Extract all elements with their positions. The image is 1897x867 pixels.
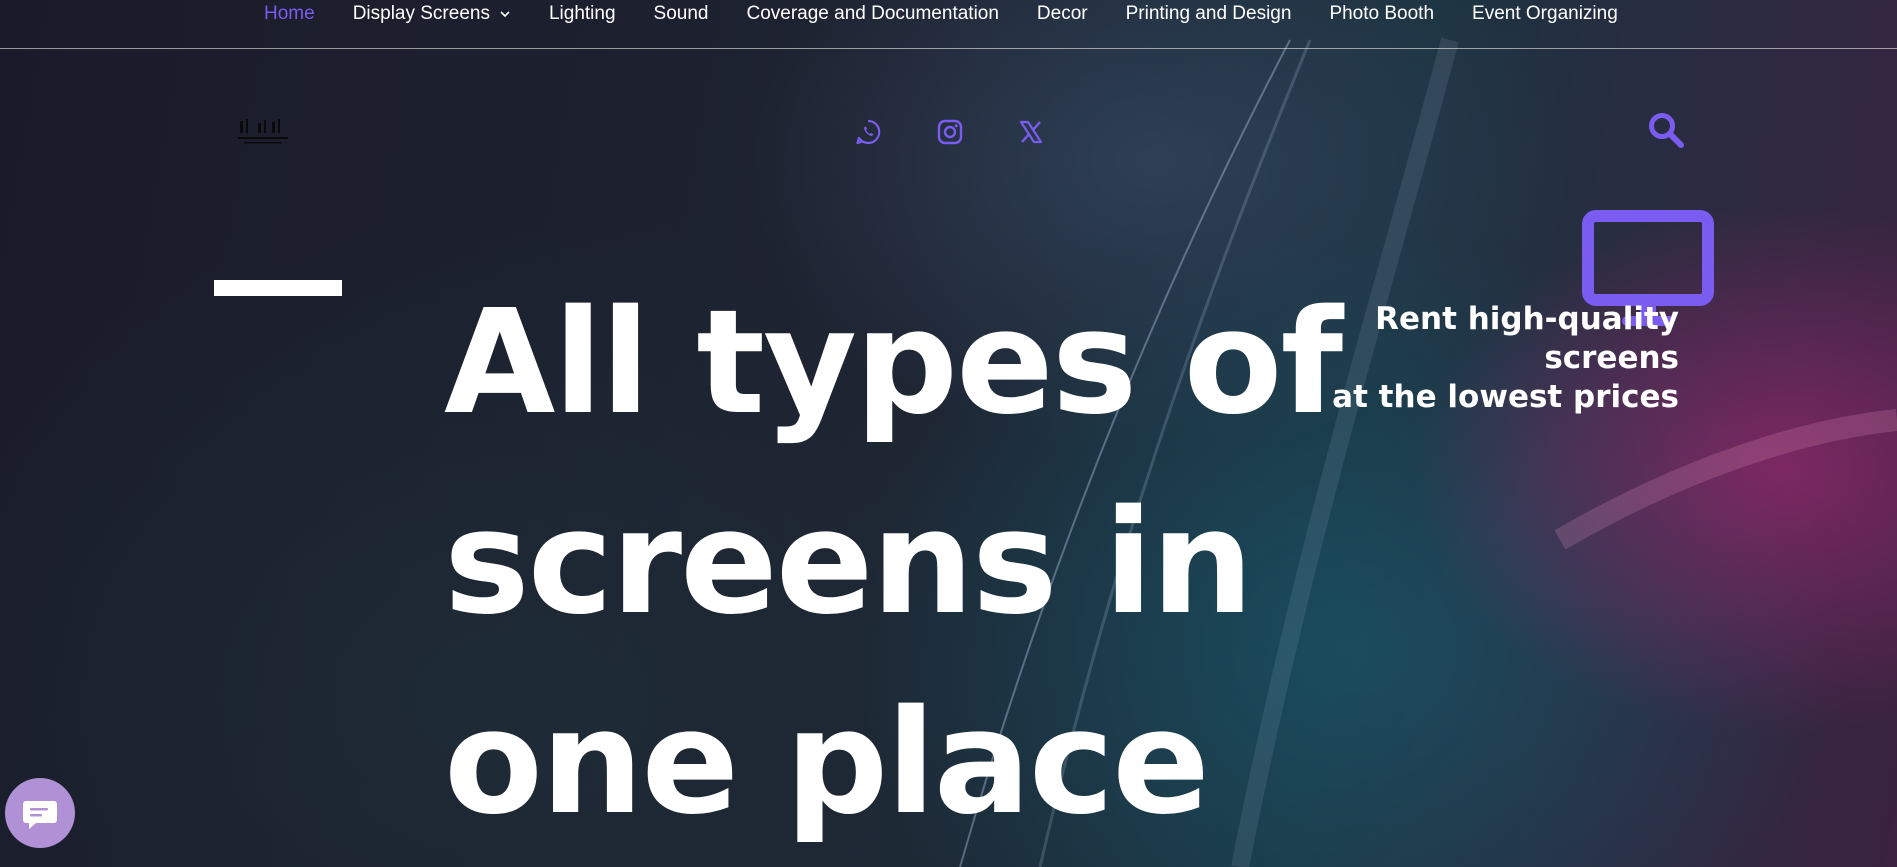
search-icon[interactable] [1647,111,1685,149]
tagline-line-2: at the lowest prices [1332,379,1679,415]
whatsapp-icon[interactable] [854,118,882,146]
instagram-icon[interactable] [936,118,964,146]
nav-item-photo-booth[interactable]: Photo Booth [1329,3,1434,25]
nav-item-coverage-documentation[interactable]: Coverage and Documentation [746,3,998,25]
nav-item-sound[interactable]: Sound [654,3,709,25]
hero-headline: All types of screens in one place [444,278,1343,846]
nav-item-event-organizing[interactable]: Event Organizing [1472,3,1618,25]
nav-item-home[interactable]: Home [264,3,315,25]
x-twitter-icon[interactable] [1017,118,1045,146]
tagline-line-1: Rent high-quality screens [1375,301,1679,376]
chat-button[interactable] [5,778,75,848]
top-navigation: Home Display Screens Lighting Sound Cove… [0,0,1897,49]
site-logo[interactable] [232,117,296,147]
nav-list: Home Display Screens Lighting Sound Cove… [264,3,1656,25]
decorative-bar [214,280,342,296]
nav-item-printing-design[interactable]: Printing and Design [1126,3,1292,25]
chevron-down-icon [500,11,510,18]
hero-tagline: Rent high-quality screens at the lowest … [1259,300,1679,417]
chat-icon [23,801,57,829]
nav-item-lighting[interactable]: Lighting [549,3,616,25]
nav-item-display-screens[interactable]: Display Screens [353,3,511,25]
nav-item-decor[interactable]: Decor [1037,3,1088,25]
